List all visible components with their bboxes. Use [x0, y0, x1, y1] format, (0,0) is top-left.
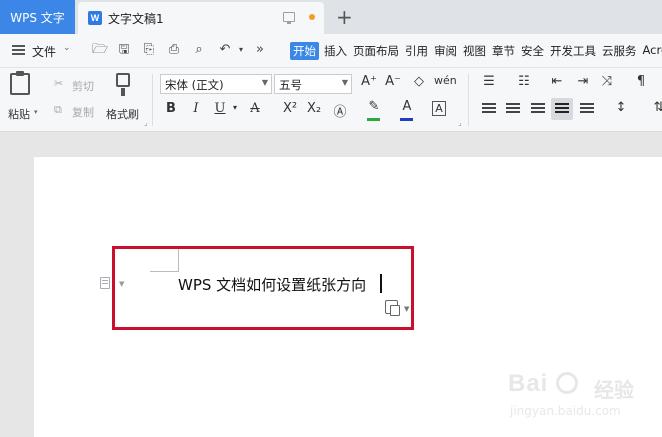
paste-options-icon[interactable]: [385, 300, 400, 316]
watermark-url: jingyan.baidu.com: [510, 404, 621, 418]
export-pdf-icon[interactable]: ⎘: [142, 43, 156, 57]
format-painter-icon[interactable]: [116, 73, 130, 96]
ribbon-tab-1[interactable]: 插入: [323, 43, 348, 60]
baidu-watermark: Bai 经验 jingyan.baidu.com: [508, 370, 638, 430]
print-icon[interactable]: ⎙: [167, 43, 181, 57]
chevron-down-icon: ▼: [341, 78, 348, 87]
ribbon-tab-4[interactable]: 审阅: [433, 43, 458, 60]
monitor-icon[interactable]: [283, 12, 295, 24]
chevron-down-icon[interactable]: ▾: [226, 103, 244, 112]
ribbon-tab-2[interactable]: 页面布局: [352, 43, 400, 60]
watermark-brand: Bai: [508, 370, 549, 397]
text-effect-icon[interactable]: Ⓐ: [331, 101, 349, 120]
copy-icon: ⧉: [54, 103, 62, 116]
paste-button[interactable]: 粘贴: [8, 106, 30, 122]
unsaved-dot-icon: [309, 14, 315, 20]
group-divider: [152, 74, 153, 126]
ribbon-tab-3[interactable]: 引用: [404, 43, 429, 60]
format-painter-button[interactable]: 格式刷: [106, 106, 139, 122]
undo-icon[interactable]: ↶: [218, 43, 232, 57]
font-launcher-icon[interactable]: ⌟: [458, 118, 462, 127]
decrease-indent-icon[interactable]: ⇤: [548, 74, 566, 89]
document-tab[interactable]: W 文字文稿1: [78, 2, 324, 34]
increase-indent-icon[interactable]: ⇥: [574, 74, 592, 89]
bold-icon[interactable]: B: [162, 101, 180, 116]
paste-chevron-icon[interactable]: ▾: [34, 108, 38, 116]
align-center-icon[interactable]: [506, 103, 520, 115]
line-spacing-icon[interactable]: ↕: [612, 100, 630, 115]
chinese-layout-icon[interactable]: ⤨: [598, 74, 616, 89]
highlight-color-bar: [367, 118, 380, 121]
align-right-icon[interactable]: [531, 103, 545, 115]
numbered-list-icon[interactable]: ☷: [515, 74, 533, 89]
bullet-list-icon[interactable]: ☰: [480, 74, 498, 89]
superscript-icon[interactable]: X²: [281, 101, 299, 116]
justify-icon: [555, 103, 569, 115]
wps-app-tab[interactable]: WPS 文字: [0, 0, 75, 34]
font-color-icon[interactable]: A: [398, 99, 416, 114]
sort-icon[interactable]: ⇅: [650, 100, 662, 115]
pinyin-icon[interactable]: wén: [434, 74, 457, 87]
ribbon-tab-5[interactable]: 视图: [462, 43, 487, 60]
text-cursor: [380, 274, 382, 293]
ribbon-tab-9[interactable]: 云服务: [601, 43, 638, 60]
character-border-icon[interactable]: A: [432, 101, 446, 116]
ribbon-tab-8[interactable]: 开发工具: [549, 43, 597, 60]
show-marks-icon[interactable]: ¶: [632, 74, 650, 89]
group-divider: [468, 74, 469, 126]
chevron-down-icon[interactable]: ▼: [404, 305, 409, 313]
ribbon-tab-7[interactable]: 安全: [520, 43, 545, 60]
hamburger-menu-icon[interactable]: [12, 45, 25, 55]
chevron-down-icon: ▼: [261, 78, 268, 87]
distributed-icon[interactable]: [580, 103, 594, 115]
cut-button[interactable]: 剪切: [72, 78, 94, 94]
word-doc-icon: W: [88, 11, 102, 25]
align-left-icon[interactable]: [482, 103, 496, 115]
copy-button[interactable]: 复制: [72, 104, 94, 120]
ribbon-tabs: 开始插入页面布局引用审阅视图章节安全开发工具云服务Acro: [290, 42, 662, 60]
more-chevron-icon[interactable]: »: [253, 43, 267, 57]
document-text[interactable]: WPS 文档如何设置纸张方向: [178, 274, 366, 295]
open-folder-icon[interactable]: 🗁: [92, 43, 108, 57]
paste-icon[interactable]: [10, 71, 30, 95]
clear-format-icon[interactable]: ◇: [410, 74, 428, 89]
file-menu[interactable]: 文件: [32, 43, 56, 60]
undo-chevron-icon[interactable]: ▾: [234, 43, 248, 57]
font-size-select[interactable]: 五号 ▼: [274, 74, 352, 94]
scissors-icon: ✂: [54, 77, 64, 90]
paw-logo-icon: [556, 372, 578, 394]
print-preview-icon[interactable]: ⌕: [192, 43, 206, 57]
menu-bar: 文件 ⌄ 🗁 🖫 ⎘ ⎙ ⌕ ↶ ▾ » 开始 插入 页面布局 引用 审阅 视图 章节 安全开…: [0, 34, 662, 68]
ribbon-tab-10[interactable]: Acro: [642, 43, 662, 60]
document-tab-title: 文字文稿1: [108, 11, 164, 26]
subscript-icon[interactable]: X₂: [305, 101, 323, 116]
ribbon-tab-0[interactable]: 开始: [290, 42, 319, 60]
italic-icon[interactable]: I: [187, 101, 205, 116]
increase-font-icon[interactable]: A⁺: [360, 74, 378, 89]
font-name-select[interactable]: 宋体 (正文) ▼: [160, 74, 272, 94]
clipboard-launcher-icon[interactable]: ⌟: [144, 118, 148, 127]
save-icon[interactable]: 🖫: [117, 43, 131, 57]
watermark-brand-cn: 经验: [594, 378, 634, 402]
justify-button-active[interactable]: [551, 98, 573, 120]
window-tab-bar: WPS 文字 W 文字文稿1 +: [0, 0, 662, 34]
decrease-font-icon[interactable]: A⁻: [384, 74, 402, 89]
font-color-bar: [400, 118, 413, 121]
font-name-value: 宋体 (正文): [165, 78, 224, 92]
paragraph-handle-icon[interactable]: [100, 277, 110, 289]
ribbon-tab-6[interactable]: 章节: [491, 43, 516, 60]
font-size-value: 五号: [279, 78, 302, 92]
wps-app-tab-label: WPS 文字: [10, 10, 65, 25]
new-tab-plus-icon[interactable]: +: [336, 5, 353, 29]
chevron-down-icon[interactable]: ⌄: [63, 43, 71, 53]
strikethrough-icon[interactable]: A: [246, 101, 264, 116]
highlight-color-icon[interactable]: ✎: [365, 99, 383, 114]
